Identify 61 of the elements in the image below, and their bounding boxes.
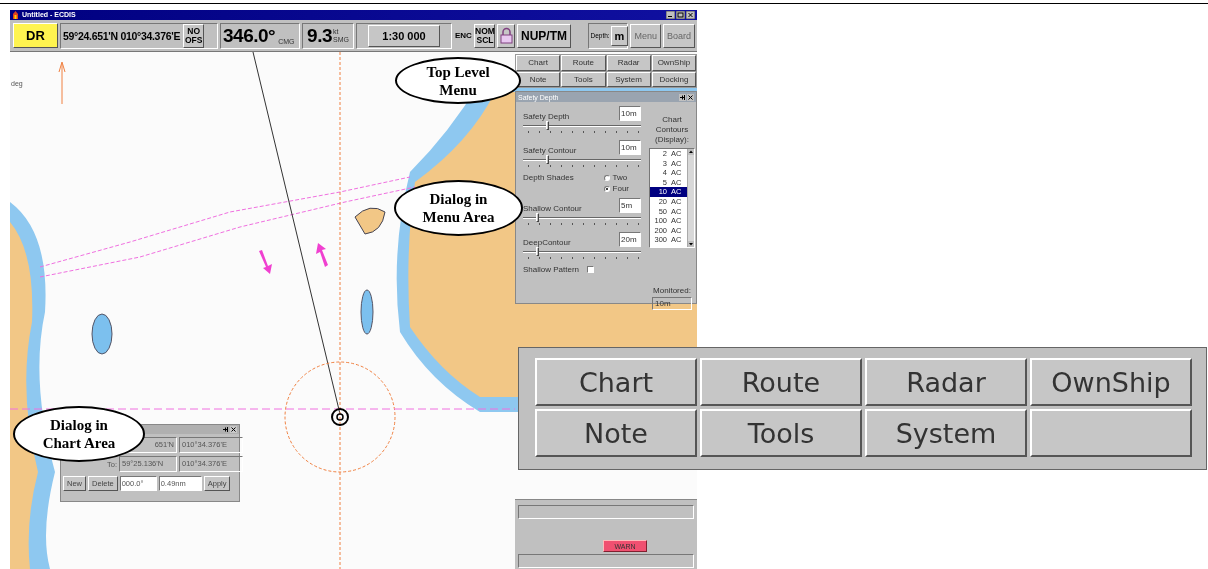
nav-button[interactable] xyxy=(1030,409,1192,457)
nav-button[interactable]: Chart xyxy=(535,358,697,406)
close-icon[interactable] xyxy=(230,426,237,433)
pin-icon[interactable] xyxy=(222,426,229,433)
nav-button[interactable]: Chart xyxy=(516,55,561,71)
course-readout: 346.0° xyxy=(223,24,276,47)
slider-thumb[interactable] xyxy=(536,247,540,256)
monitored-label: Monitored: xyxy=(653,286,691,295)
list-title: Chart Contours (Display): xyxy=(654,115,690,145)
nav-button[interactable]: Note xyxy=(535,409,697,457)
scroll-up-icon[interactable] xyxy=(688,149,694,155)
toolbar-button[interactable]: Menu xyxy=(630,23,661,48)
orientation-button[interactable]: NUP/TM xyxy=(517,23,571,48)
scale-button[interactable]: 1:30 000 xyxy=(368,24,440,47)
pin-icon[interactable] xyxy=(679,93,686,101)
nav-button[interactable]: Docking xyxy=(651,71,696,87)
offset-button[interactable]: NO OFS xyxy=(183,23,205,48)
value-field[interactable]: 5m xyxy=(619,198,641,213)
nav-button[interactable]: Route xyxy=(561,55,606,71)
app-logo-icon xyxy=(12,11,19,19)
close-icon[interactable] xyxy=(687,93,694,101)
value-field[interactable]: 10m xyxy=(619,106,641,121)
close-icon[interactable] xyxy=(686,11,695,19)
radio-label: Two xyxy=(612,173,628,182)
slider-label: DeepContour xyxy=(523,238,571,247)
nav-button[interactable]: Radar xyxy=(606,55,651,71)
monitored-value: 10m xyxy=(652,297,692,310)
slider-label: Safety Depth xyxy=(523,112,570,121)
value-field[interactable]: 10m xyxy=(619,140,641,155)
nav-button[interactable]: Radar xyxy=(865,358,1027,406)
radio-label: Four xyxy=(612,184,629,193)
slider-label: Shallow Contour xyxy=(523,204,582,213)
minimize-icon[interactable] xyxy=(666,11,675,19)
slider-thumb[interactable] xyxy=(545,121,549,130)
padlock-icon xyxy=(499,27,513,44)
nav-button[interactable]: System xyxy=(865,409,1027,457)
nav-button[interactable]: Tools xyxy=(700,409,862,457)
position-readout: 59°24.651'N 010°34.376'E xyxy=(63,29,181,42)
maximize-icon[interactable] xyxy=(676,11,685,19)
lock-button[interactable] xyxy=(497,23,515,48)
nav-button[interactable]: OwnShip xyxy=(1030,358,1192,406)
nav-button[interactable]: Route xyxy=(700,358,862,406)
nav-button[interactable]: System xyxy=(606,71,651,87)
chart-type-label: ENC xyxy=(455,31,473,40)
radio-button[interactable] xyxy=(603,174,610,181)
radio-button[interactable] xyxy=(603,185,610,192)
radio-group-label: Depth Shades xyxy=(523,173,574,184)
mode-button[interactable]: DR xyxy=(13,23,58,48)
checkbox-label: Shallow Pattern xyxy=(523,265,580,274)
slider-thumb[interactable] xyxy=(545,155,549,164)
nav-button[interactable]: OwnShip xyxy=(651,55,696,71)
checkbox[interactable] xyxy=(587,266,595,273)
depth-unit-button[interactable]: m xyxy=(610,25,629,46)
slider-label: Safety Contour xyxy=(523,146,577,155)
scroll-down-icon[interactable] xyxy=(688,241,694,247)
slider-thumb[interactable] xyxy=(536,213,540,222)
speed-readout: 9.3 xyxy=(307,24,332,47)
nav-button[interactable]: Note xyxy=(516,71,561,87)
toolbar-button[interactable]: Board xyxy=(662,23,695,48)
value-field[interactable]: 20m xyxy=(619,232,641,247)
nav-button[interactable]: Tools xyxy=(561,71,606,87)
